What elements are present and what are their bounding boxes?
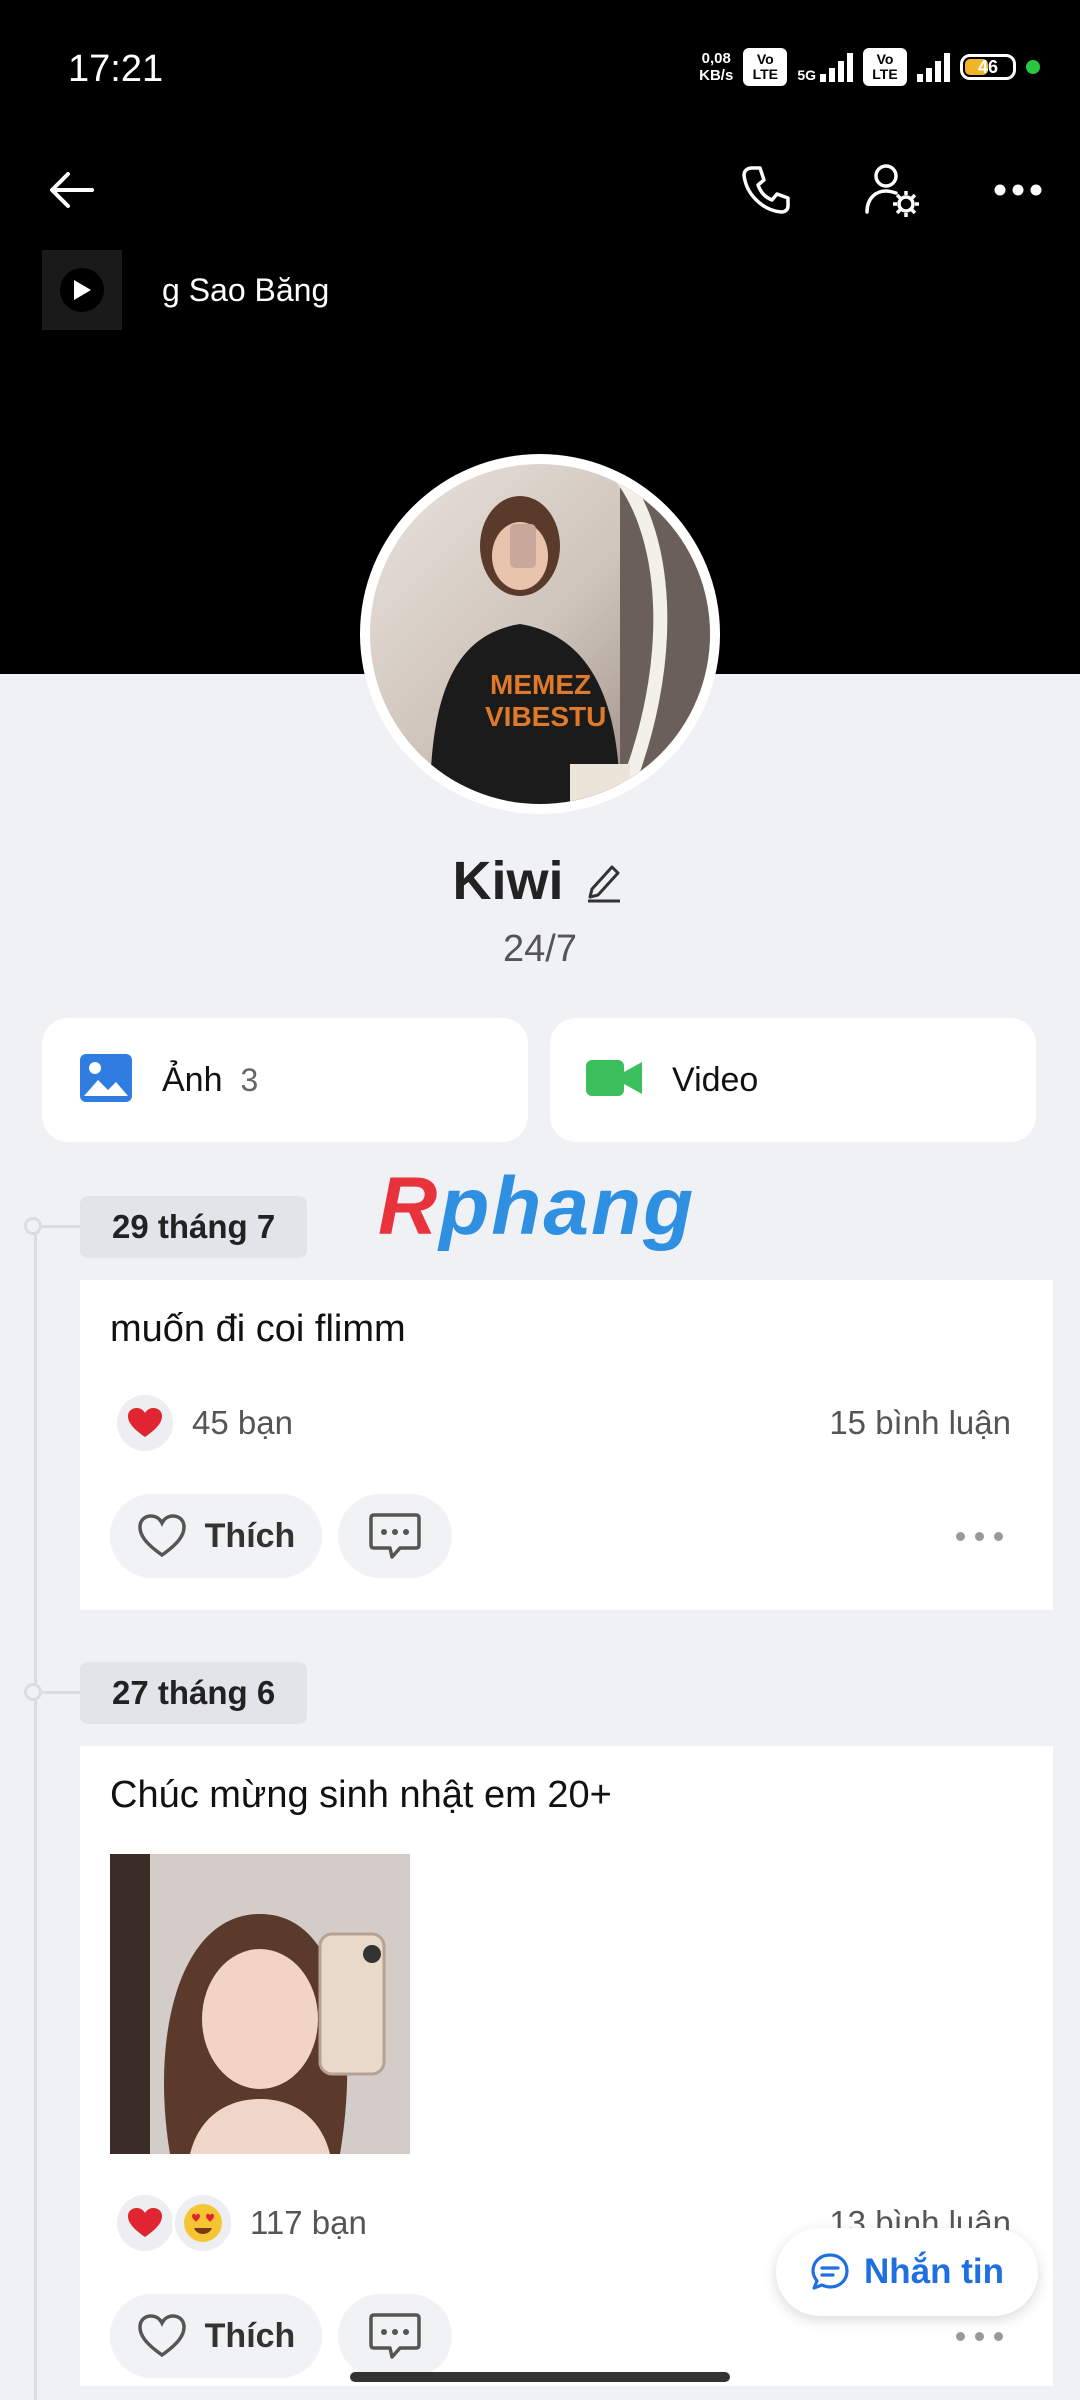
comments-count[interactable]: 15 bình luận	[829, 1404, 1011, 1442]
music-cover[interactable]	[42, 250, 122, 330]
image-icon	[80, 1053, 132, 1107]
profile-name-row: Kiwi	[0, 850, 1080, 912]
photos-count: 3	[240, 1061, 259, 1098]
svg-text:VIBESTU: VIBESTU	[485, 701, 606, 732]
song-title: g Sao Băng	[162, 271, 330, 308]
clock: 17:21	[68, 48, 164, 90]
signal-icon-2	[917, 52, 950, 82]
user-gear-icon	[865, 164, 919, 217]
timeline-line	[34, 1226, 37, 2400]
profile-bio: 24/7	[503, 928, 577, 970]
post-card[interactable]: muốn đi coi flimm 45 bạn 15 bình luận Th…	[80, 1280, 1053, 1610]
more-options-button[interactable]	[978, 150, 1058, 230]
photos-label: Ảnh	[162, 1060, 223, 1099]
heart-reaction-icon	[114, 1392, 176, 1454]
post-text: muốn đi coi flimm	[110, 1308, 406, 1350]
avatar-image: MEMEZ VIBESTU	[370, 464, 710, 804]
reactions-count: 117 bạn	[250, 2204, 367, 2241]
photos-card[interactable]: Ảnh 3	[42, 1018, 528, 1142]
system-icons: 0,08 KB/s Vo LTE 5G Vo LTE 46	[699, 48, 1040, 86]
post-more-button[interactable]	[956, 1532, 1003, 1541]
svg-text:MEMEZ: MEMEZ	[490, 669, 591, 700]
volte-icon-2: Vo LTE	[863, 48, 907, 86]
profile-settings-button[interactable]	[852, 150, 932, 230]
watermark-logo: Rphang	[378, 1161, 696, 1252]
back-button[interactable]	[32, 150, 112, 230]
heart-outline-icon	[137, 2314, 186, 2358]
comment-icon	[369, 2313, 421, 2359]
arrow-left-icon	[50, 172, 94, 208]
post-date: 29 tháng 7	[80, 1196, 308, 1258]
play-icon	[74, 280, 91, 300]
signal-5g: 5G	[797, 52, 853, 82]
volte-icon: Vo LTE	[743, 48, 788, 86]
top-nav	[0, 150, 1080, 230]
like-button[interactable]: Thích	[110, 1494, 322, 1578]
phone-icon	[742, 166, 790, 214]
timeline-dot	[24, 1217, 42, 1235]
signal-icon	[820, 52, 853, 82]
ellipsis-icon	[994, 184, 1042, 196]
reactions-summary[interactable]: 45 bạn	[114, 1392, 293, 1454]
comment-button[interactable]	[338, 2294, 452, 2378]
call-button[interactable]	[726, 150, 806, 230]
avatar-photo: MEMEZ VIBESTU	[430, 464, 710, 804]
profile-name: Kiwi	[452, 851, 564, 911]
post-text: Chúc mừng sinh nhật em 20+	[110, 1774, 612, 1816]
heart-reaction-icon	[114, 2192, 176, 2254]
like-label: Thích	[204, 2316, 296, 2355]
privacy-dot	[1026, 60, 1040, 74]
message-button-label: Nhắn tin	[864, 2252, 1004, 2291]
timeline-connector	[42, 1225, 80, 1228]
message-button[interactable]: Nhắn tin	[776, 2228, 1038, 2316]
heart-outline-icon	[137, 1514, 186, 1558]
home-indicator[interactable]	[350, 2372, 730, 2382]
post-photo[interactable]	[110, 1854, 410, 2154]
network-speed: 0,08 KB/s	[699, 50, 734, 84]
chat-bubble-icon	[811, 2253, 849, 2290]
post-date: 27 tháng 6	[80, 1662, 308, 1724]
comment-icon	[369, 1513, 421, 1559]
video-label: Video	[672, 1060, 759, 1099]
edit-name-button[interactable]	[584, 859, 628, 903]
timeline-dot	[24, 1683, 42, 1701]
profile-music[interactable]: g Sao Băng	[42, 250, 329, 330]
like-button[interactable]: Thích	[110, 2294, 322, 2378]
reactions-summary[interactable]: 117 bạn	[114, 2192, 367, 2254]
video-card[interactable]: Video	[550, 1018, 1036, 1142]
like-label: Thích	[204, 1516, 296, 1555]
play-button[interactable]	[60, 268, 104, 312]
battery-icon: 46	[960, 54, 1016, 80]
comment-button[interactable]	[338, 1494, 452, 1578]
post-more-button[interactable]	[956, 2332, 1003, 2341]
timeline-connector	[42, 1691, 80, 1694]
post-photo-image	[110, 1854, 410, 2154]
status-bar: 17:21 0,08 KB/s Vo LTE 5G Vo LTE 46	[0, 0, 1080, 140]
video-camera-icon	[586, 1058, 642, 1103]
pencil-icon	[587, 865, 620, 903]
avatar[interactable]: MEMEZ VIBESTU	[360, 454, 720, 814]
heart-eyes-reaction-icon	[172, 2192, 234, 2254]
reactions-count: 45 bạn	[192, 1404, 293, 1441]
